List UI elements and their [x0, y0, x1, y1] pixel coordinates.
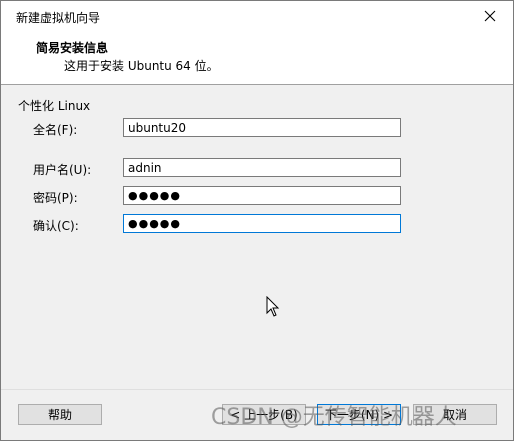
- password-label: 密码(P):: [33, 191, 78, 205]
- close-icon: [484, 10, 496, 22]
- title-bar[interactable]: 新建虚拟机向导: [1, 1, 513, 31]
- help-button[interactable]: 帮助: [18, 404, 102, 425]
- header-subtitle: 这用于安装 Ubuntu 64 位。: [64, 59, 219, 73]
- wizard-window: 新建虚拟机向导 简易安装信息 这用于安装 Ubuntu 64 位。 个性化 Li…: [0, 0, 514, 441]
- back-button[interactable]: < 上一步(B): [222, 404, 306, 425]
- username-label: 用户名(U):: [33, 163, 92, 177]
- username-field[interactable]: [123, 158, 401, 177]
- next-button[interactable]: 下一步(N) >: [317, 404, 401, 425]
- wizard-header: 简易安装信息 这用于安装 Ubuntu 64 位。: [1, 31, 513, 85]
- close-button[interactable]: [467, 1, 513, 31]
- window-title: 新建虚拟机向导: [16, 11, 101, 25]
- confirm-label: 确认(C):: [33, 219, 79, 233]
- full-name-field[interactable]: [123, 118, 401, 137]
- cancel-button[interactable]: 取消: [413, 404, 497, 425]
- mouse-pointer-icon: [266, 296, 280, 317]
- footer-divider: [1, 389, 513, 390]
- password-field[interactable]: [123, 186, 401, 205]
- section-label: 个性化 Linux: [18, 99, 91, 113]
- header-title: 简易安装信息: [36, 41, 109, 55]
- full-name-label: 全名(F):: [33, 123, 78, 137]
- confirm-password-field[interactable]: [123, 214, 401, 233]
